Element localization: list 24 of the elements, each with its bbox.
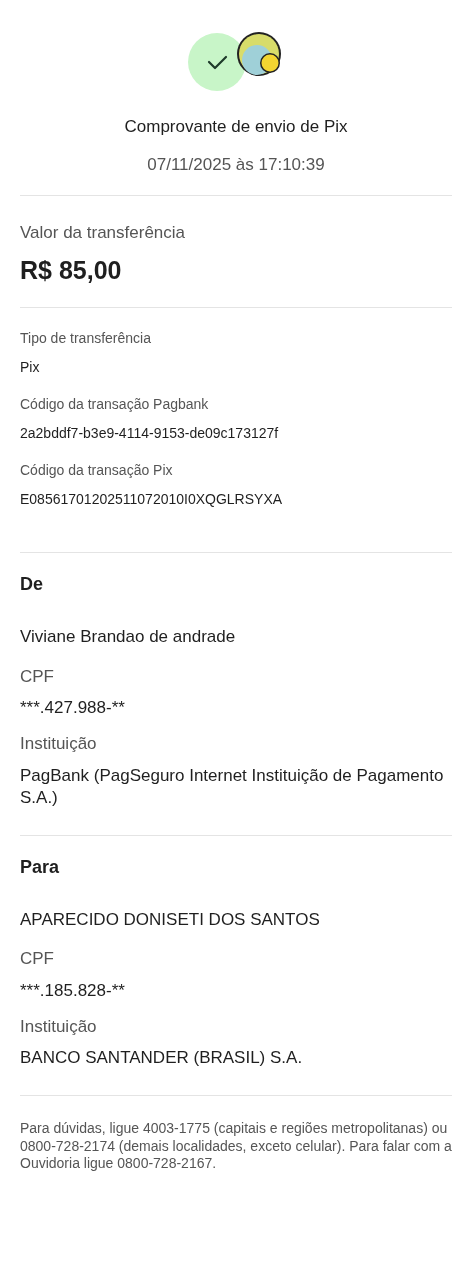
field-value: ***.427.988-** xyxy=(20,697,126,719)
detail-label: Código da transação Pagbank xyxy=(20,395,210,414)
field-label: Instituição xyxy=(20,733,98,756)
field-value: ***.185.828-** xyxy=(20,979,126,1002)
field-label: CPF xyxy=(20,948,55,971)
detail-value: 2a2bddf7-b3e9-4114-9153-de09c173127f xyxy=(20,424,280,443)
success-check-icon xyxy=(187,32,247,92)
amount-label: Valor da transferência xyxy=(20,222,187,244)
detail-value: E08561701202511072010I0XQGLRSYXA xyxy=(20,490,284,509)
detail-value: Pix xyxy=(20,358,41,377)
party-heading: De xyxy=(20,573,44,596)
receipt-datetime: 07/11/2025 às 17:10:39 xyxy=(146,153,326,176)
amount-value: R$ 85,00 xyxy=(20,254,123,286)
field-label: CPF xyxy=(20,665,55,688)
footer-note: Para dúvidas, ligue 4003-1775 (capitais e regiões metropolitanas) ou 0800-728-2174 (demais localidades, exceto celular). Para falar com a Ouvidoria ligue 0800-728-2167. xyxy=(20,1120,452,1173)
field-value: BANCO SANTANDER (BRASIL) S.A. xyxy=(20,1047,304,1070)
party-name: Viviane Brandao de andrade xyxy=(20,626,237,648)
field-label: Instituição xyxy=(20,1015,98,1038)
field-value: PagBank (PagSeguro Internet Instituição de Pagamento S.A.) xyxy=(20,764,445,809)
detail-label: Tipo de transferência xyxy=(20,329,152,348)
party-heading: Para xyxy=(20,855,61,879)
receipt-title: Comprovante de envio de Pix xyxy=(123,116,349,138)
detail-label: Código da transação Pix xyxy=(20,461,174,480)
party-name: APARECIDO DONISETI DOS SANTOS xyxy=(20,908,321,931)
